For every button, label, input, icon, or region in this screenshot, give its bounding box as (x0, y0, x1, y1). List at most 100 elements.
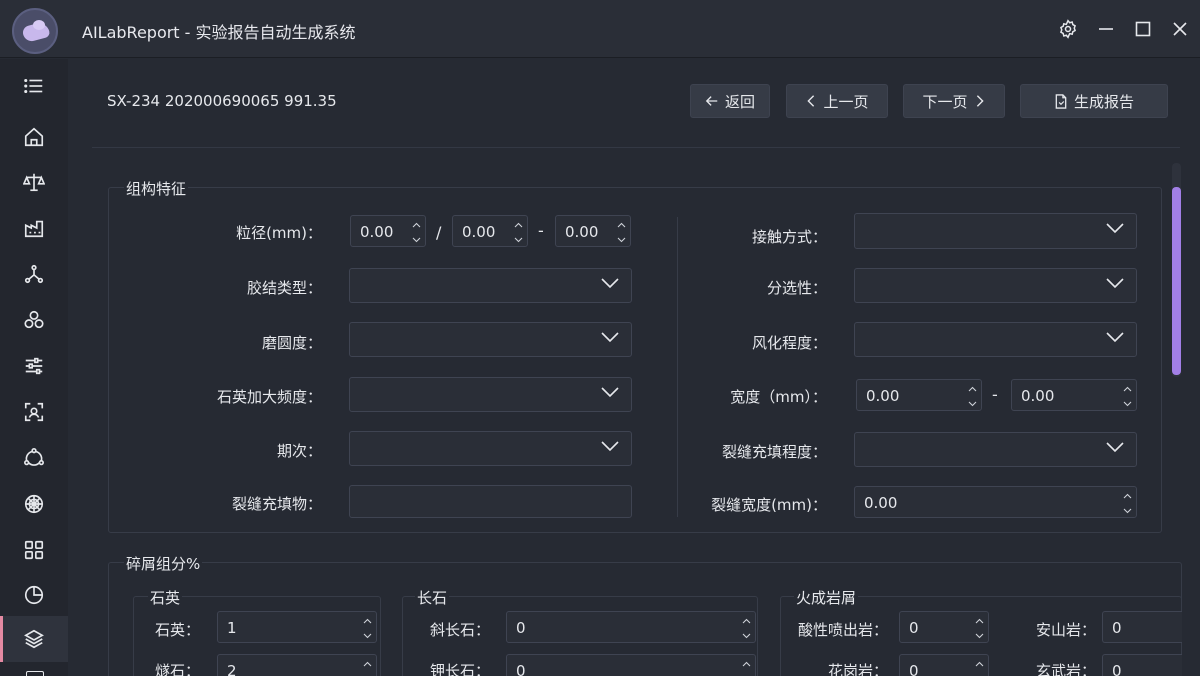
basalt-input[interactable]: 0 (1102, 654, 1182, 676)
quartz-input[interactable]: 1 (217, 611, 377, 643)
close-icon[interactable] (1168, 17, 1192, 41)
acid-volcanic-label: 酸性喷出岩： (797, 621, 888, 639)
chert-spinner[interactable] (361, 656, 374, 676)
generate-report-label: 生成报告 (1073, 92, 1134, 111)
app-logo (12, 8, 58, 54)
grid-icon[interactable] (0, 527, 68, 573)
chert-input[interactable]: 2 (217, 654, 377, 676)
home-icon[interactable] (0, 114, 68, 160)
graph-nodes-icon[interactable] (0, 251, 68, 297)
sorting-select[interactable] (854, 268, 1137, 303)
fracture-width-spinner[interactable] (1121, 488, 1134, 516)
header-divider (92, 147, 1180, 148)
title-bar: AILabReport - 实验报告自动生成系统 (0, 0, 1200, 58)
fill-degree-label: 裂缝充填程度： (721, 443, 827, 461)
quartz-overgrowth-label: 石英加大频度： (216, 388, 322, 406)
scan-icon[interactable] (0, 389, 68, 435)
quartz-spinner[interactable] (361, 613, 374, 641)
quartz-label: 石英： (154, 621, 200, 639)
k-feldspar-spinner[interactable] (740, 656, 753, 676)
width-min-input[interactable]: 0.00 (856, 379, 982, 411)
sidebar (0, 59, 68, 676)
chevron-down-icon (1106, 278, 1124, 289)
chevron-down-icon (601, 278, 619, 289)
andesite-input[interactable]: 0 (1102, 611, 1182, 643)
chevron-down-icon (1106, 442, 1124, 453)
back-button[interactable]: 返回 (690, 84, 770, 118)
chevron-left-icon (807, 95, 815, 107)
roundness-label: 磨圆度： (261, 334, 322, 352)
fracture-width-label: 裂缝宽度(mm)： (711, 496, 827, 514)
layers-icon[interactable] (0, 616, 68, 662)
basalt-label: 玄武岩： (1035, 662, 1096, 676)
debris-group-title: 碎屑组分% (124, 553, 203, 574)
target-icon[interactable] (0, 481, 68, 527)
grain-size-min-spinner[interactable] (410, 217, 423, 245)
sorting-label: 分选性： (766, 279, 827, 297)
grain-size-max-input[interactable]: 0.00 (555, 215, 631, 247)
settings-gear-icon[interactable] (1056, 17, 1080, 41)
fill-degree-select[interactable] (854, 432, 1137, 467)
maximize-icon[interactable] (1131, 17, 1155, 41)
chevron-down-icon (601, 332, 619, 343)
chevron-down-icon (1106, 223, 1124, 234)
fracture-width-input[interactable]: 0.00 (854, 486, 1137, 518)
grain-size-mid-spinner[interactable] (512, 217, 525, 245)
width-label: 宽度（mm）： (730, 388, 827, 406)
factory-icon[interactable] (0, 205, 68, 251)
sidebar-next-icon[interactable] (26, 671, 44, 676)
plagioclase-spinner[interactable] (740, 613, 753, 641)
width-max-input[interactable]: 0.00 (1011, 379, 1137, 411)
grain-size-min-input[interactable]: 0.00 (350, 215, 426, 247)
weathering-label: 风化程度： (751, 334, 827, 352)
acid-volcanic-spinner[interactable] (973, 613, 986, 641)
weathering-select[interactable] (854, 322, 1137, 357)
cement-type-select[interactable] (349, 268, 632, 303)
prev-page-button[interactable]: 上一页 (786, 84, 888, 118)
plagioclase-input[interactable]: 0 (506, 611, 756, 643)
quartz-subgroup-title: 石英 (148, 587, 183, 608)
chevron-right-icon (976, 95, 984, 107)
granite-label: 花岗岩： (827, 662, 888, 676)
chevron-down-icon (601, 387, 619, 398)
grain-size-max-spinner[interactable] (615, 217, 628, 245)
grain-size-slash: / (436, 223, 442, 242)
width-max-spinner[interactable] (1121, 381, 1134, 409)
contact-type-select[interactable] (854, 213, 1137, 249)
feldspar-subgroup-title: 长石 (415, 587, 450, 608)
granite-spinner[interactable] (973, 656, 986, 676)
sample-id: SX-234 202000690065 991.35 (107, 92, 337, 110)
fracture-fill-label: 裂缝充填物： (231, 495, 322, 513)
chert-label: 燧石： (154, 662, 200, 676)
grain-size-mid-input[interactable]: 0.00 (452, 215, 528, 247)
scrollbar-thumb[interactable] (1172, 187, 1181, 375)
igneous-subgroup-title: 火成岩屑 (794, 587, 859, 608)
menu-icon[interactable] (0, 63, 68, 109)
hexagons-icon[interactable] (0, 297, 68, 343)
acid-volcanic-input[interactable]: 0 (899, 611, 989, 643)
k-feldspar-input[interactable]: 0 (506, 654, 756, 676)
chevron-down-icon (601, 441, 619, 452)
generate-report-button[interactable]: 生成报告 (1020, 84, 1168, 118)
roundness-select[interactable] (349, 322, 632, 357)
stage-select[interactable] (349, 431, 632, 466)
minimize-icon[interactable] (1094, 17, 1118, 41)
next-page-button[interactable]: 下一页 (903, 84, 1005, 118)
arrow-left-icon (705, 96, 718, 106)
grain-size-label: 粒径(mm)： (236, 224, 322, 242)
stage-label: 期次： (276, 442, 322, 460)
contact-type-label: 接触方式： (751, 228, 827, 246)
granite-input[interactable]: 0 (899, 654, 989, 676)
pie-chart-icon[interactable] (0, 572, 68, 618)
chevron-down-icon (1106, 332, 1124, 343)
main-content: SX-234 202000690065 991.35 返回 上一页 下一页 生成… (68, 59, 1200, 676)
k-feldspar-label: 钾长石： (429, 662, 490, 676)
width-min-spinner[interactable] (966, 381, 979, 409)
plagioclase-label: 斜长石： (429, 621, 490, 639)
sliders-icon[interactable] (0, 343, 68, 389)
fracture-fill-input[interactable] (349, 485, 632, 518)
quartz-overgrowth-select[interactable] (349, 377, 632, 412)
cycle-nodes-icon[interactable] (0, 435, 68, 481)
scale-icon[interactable] (0, 159, 68, 205)
structure-group-title: 组构特征 (124, 178, 189, 199)
